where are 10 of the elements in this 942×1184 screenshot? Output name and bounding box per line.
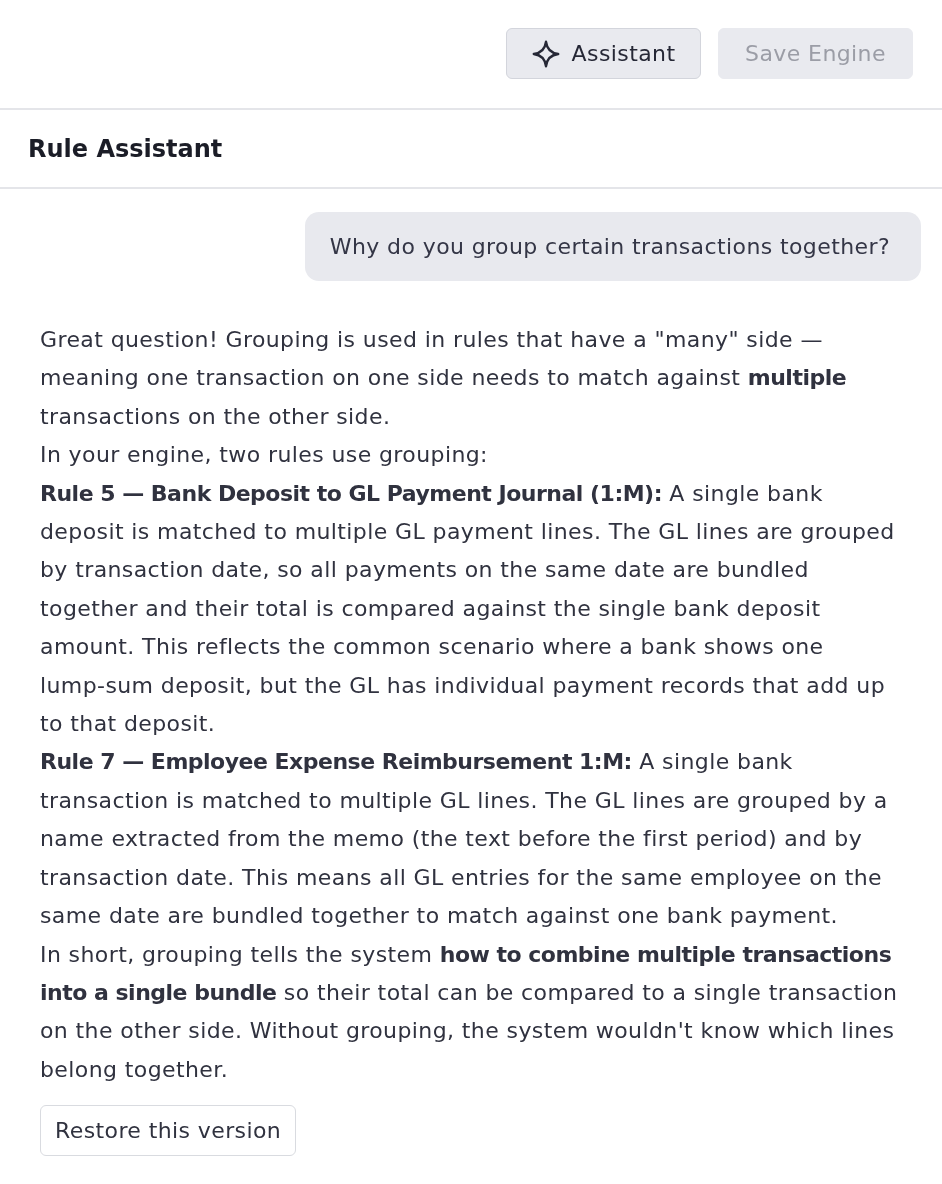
assistant-button[interactable]: Assistant <box>506 28 701 79</box>
message-paragraph: In short, grouping tells the system how to combine multiple transactions into a single bundle so their total can be compared to a single transaction on the other side. Without grouping, the system wouldn't know which lines belong together. <box>40 940 899 1084</box>
sparkle-icon <box>531 39 560 68</box>
restore-version-button[interactable]: Restore this version <box>40 1105 297 1157</box>
user-message: Why do you group certain transactions together? <box>304 212 921 281</box>
message-paragraph: Great question! Grouping is used in rules that have a "many" side — meaning one transaction on one side needs to match against multiple transactions on the other side. <box>40 326 848 431</box>
message-paragraph: Rule 5 — Bank Deposit to GL Payment Journal (1:M): A single bank deposit is matched to multiple GL payment lines. The GL lines are grouped by transaction date, so all payments on the same date are bundled together and their total is compared against the single bank deposit amount. This reflects the common scenario where a bank shows one lump‑sum deposit, but the GL has individual payment records that add up to that deposit. <box>40 479 896 739</box>
panel-title: Rule Assistant <box>28 134 223 163</box>
message-paragraph: Rule 7 — Employee Expense Reimbursement 1:M: A single bank transaction is matched to multiple GL lines. The GL lines are grouped by a name extracted from the memo (the text before the first period) and by transaction date. This means all GL entries for the same employee on the same date are bundled together to match against one bank payment. <box>40 748 889 931</box>
message-paragraph: In your engine, two rules use grouping: <box>40 441 489 470</box>
